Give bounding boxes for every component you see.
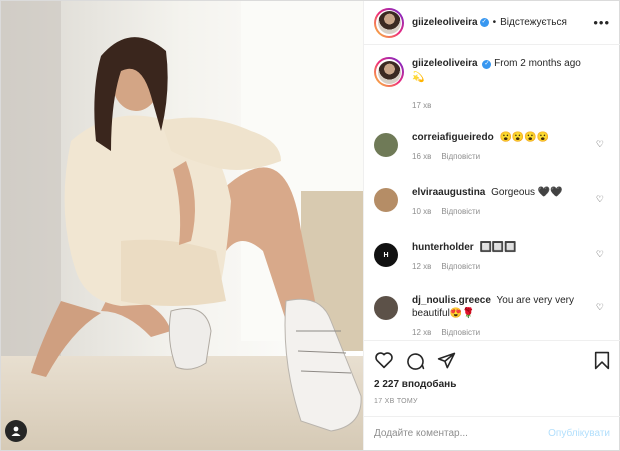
- comment-time[interactable]: 10 хв: [412, 207, 431, 216]
- comment-avatar[interactable]: [374, 296, 398, 320]
- comment-item: dj_noulis.greece You are very very beaut…: [374, 294, 610, 339]
- comment-item: H hunterholder 🔲🔲🔲 12 хв Відповісти ♡: [374, 241, 610, 273]
- comment-username[interactable]: dj_noulis.greece: [412, 295, 491, 306]
- like-comment-heart-icon[interactable]: ♡: [596, 194, 604, 205]
- like-comment-heart-icon[interactable]: ♡: [596, 139, 604, 150]
- post-actions: 2 227 вподобань 17 ХВ ТОМУ: [364, 340, 620, 420]
- post-header: giizeleoliveira ✓ • Відстежується •••: [364, 1, 620, 45]
- comment-text: 😮😮😮😮: [499, 132, 550, 143]
- comment-avatar[interactable]: H: [374, 243, 398, 267]
- post-side-panel: giizeleoliveira ✓ • Відстежується ••• gi…: [363, 1, 620, 450]
- instagram-post-modal: giizeleoliveira ✓ • Відстежується ••• gi…: [0, 0, 620, 451]
- add-comment-bar: Опублікувати: [364, 416, 620, 450]
- like-heart-icon[interactable]: [374, 351, 394, 369]
- author-username[interactable]: giizeleoliveira: [412, 17, 478, 28]
- caption-username[interactable]: giizeleoliveira: [412, 58, 478, 69]
- post-timestamp[interactable]: 17 ХВ ТОМУ: [374, 398, 610, 405]
- publish-button[interactable]: Опублікувати: [548, 428, 610, 439]
- action-icons-row: [374, 349, 610, 371]
- reply-button[interactable]: Відповісти: [441, 152, 480, 161]
- comment-time[interactable]: 12 хв: [412, 262, 431, 271]
- comment-time[interactable]: 12 хв: [412, 328, 431, 337]
- comment-text: 🔲🔲🔲: [479, 242, 517, 253]
- comment-username[interactable]: elviraaugustina: [412, 187, 485, 198]
- caption-time[interactable]: 17 хв: [412, 99, 581, 113]
- tagged-user-icon[interactable]: [5, 420, 27, 442]
- like-comment-heart-icon[interactable]: ♡: [596, 302, 604, 313]
- comment-bubble-icon[interactable]: [406, 351, 425, 370]
- verified-badge-icon: ✓: [482, 60, 492, 69]
- comment-item: correiafigueiredo 😮😮😮😮 16 хв Відповісти ♡: [374, 131, 610, 163]
- share-paper-plane-icon[interactable]: [437, 351, 456, 370]
- comment-avatar[interactable]: [374, 188, 398, 212]
- post-caption: giizeleoliveira ✓ From 2 months ago 💫 17…: [364, 57, 620, 113]
- caption-body: giizeleoliveira ✓ From 2 months ago 💫 17…: [412, 57, 581, 113]
- comment-text: Gorgeous 🖤🖤: [491, 187, 563, 198]
- comment-username[interactable]: hunterholder: [412, 242, 474, 253]
- post-photo-scene: [1, 1, 363, 450]
- comment-input[interactable]: [374, 428, 549, 439]
- save-bookmark-icon[interactable]: [594, 351, 610, 370]
- person-icon: [11, 426, 21, 436]
- caption-emoji: 💫: [412, 72, 425, 83]
- reply-button[interactable]: Відповісти: [441, 207, 480, 216]
- more-options-icon[interactable]: •••: [593, 15, 610, 30]
- comment-time[interactable]: 16 хв: [412, 152, 431, 161]
- post-photo[interactable]: [1, 1, 363, 450]
- reply-button[interactable]: Відповісти: [441, 262, 480, 271]
- reply-button[interactable]: Відповісти: [441, 328, 480, 337]
- comment-username[interactable]: correiafigueiredo: [412, 132, 494, 143]
- likes-count[interactable]: 2 227 вподобань: [374, 379, 610, 390]
- caption-avatar[interactable]: [374, 57, 404, 87]
- like-comment-heart-icon[interactable]: ♡: [596, 249, 604, 260]
- comment-item: elviraaugustina Gorgeous 🖤🖤 10 хв Відпові…: [374, 186, 610, 218]
- following-button[interactable]: Відстежується: [500, 17, 567, 28]
- author-avatar[interactable]: [374, 7, 404, 38]
- caption-text: From 2 months ago: [494, 58, 581, 69]
- comment-avatar[interactable]: [374, 133, 398, 157]
- separator-dot: •: [492, 17, 497, 28]
- verified-badge-icon: ✓: [479, 18, 489, 27]
